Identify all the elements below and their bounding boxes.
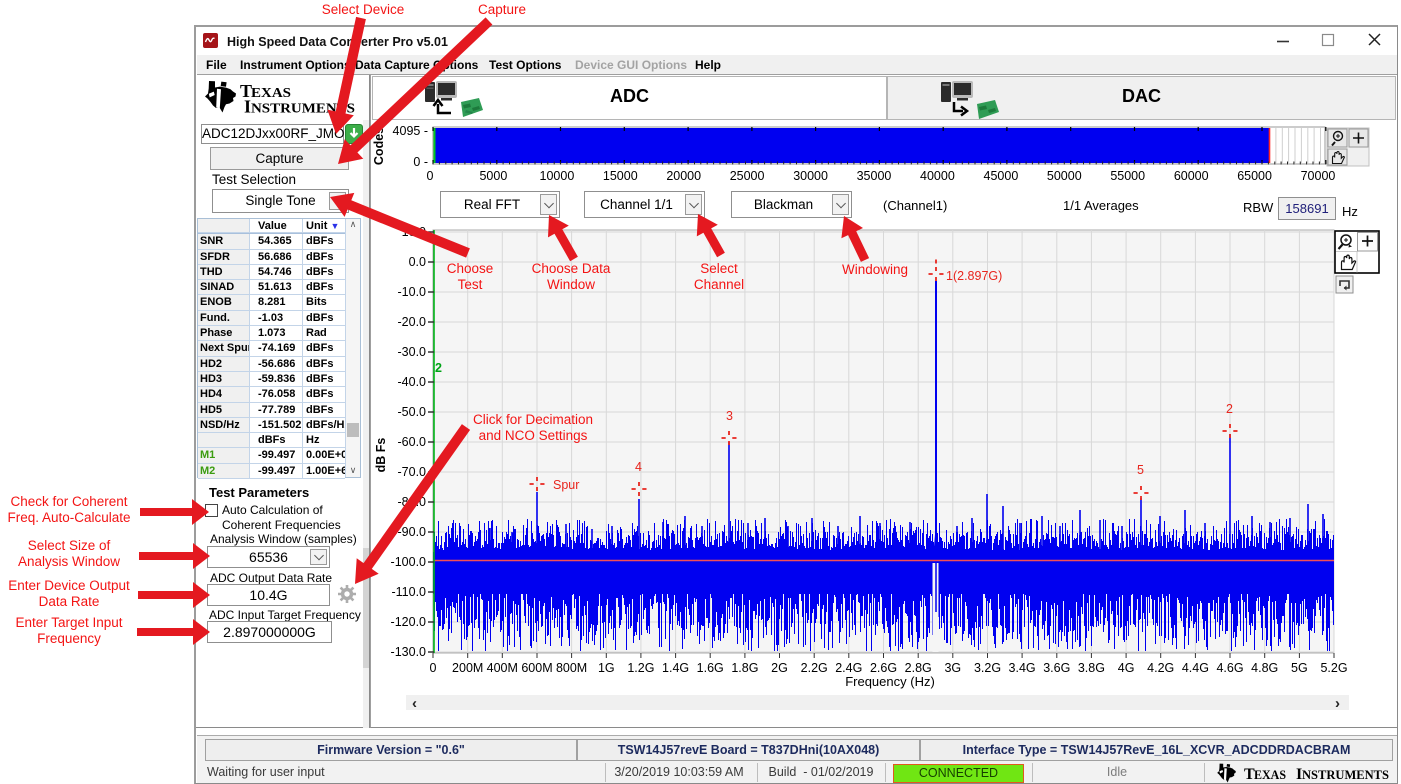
svg-text:5000: 5000 (479, 169, 507, 183)
svg-text:10.0: 10.0 (402, 225, 426, 239)
svg-text:dB Fs: dB Fs (374, 438, 388, 473)
svg-text:Codes: Codes (372, 127, 386, 165)
svg-text:-100.0: -100.0 (391, 555, 426, 569)
svg-text:4095 -: 4095 - (393, 124, 428, 138)
svg-text:NSTRUMENTS: NSTRUMENTS (251, 102, 355, 117)
svg-text:400M: 400M (487, 661, 518, 675)
svg-text:60000: 60000 (1174, 169, 1209, 183)
svg-text:4.8G: 4.8G (1251, 661, 1278, 675)
svg-text:EXAS: EXAS (1254, 768, 1286, 782)
svg-text:10000: 10000 (540, 169, 575, 183)
svg-text:-50.0: -50.0 (398, 405, 427, 419)
svg-text:600M: 600M (521, 661, 552, 675)
svg-text:1(2.897G): 1(2.897G) (946, 269, 1002, 283)
svg-text:70000: 70000 (1301, 169, 1336, 183)
svg-text:NSTRUMENTS: NSTRUMENTS (1302, 768, 1389, 782)
svg-text:-110.0: -110.0 (391, 585, 426, 599)
svg-text:4.2G: 4.2G (1147, 661, 1174, 675)
svg-text:200M: 200M (452, 661, 483, 675)
svg-text:‹: ‹ (412, 695, 417, 712)
svg-text:-90.0: -90.0 (398, 525, 427, 539)
svg-text:3.8G: 3.8G (1078, 661, 1105, 675)
svg-text:1G: 1G (598, 661, 615, 675)
svg-text:45000: 45000 (984, 169, 1019, 183)
svg-text:-20.0: -20.0 (398, 315, 427, 329)
svg-text:2.8G: 2.8G (905, 661, 932, 675)
svg-text:4: 4 (635, 460, 642, 474)
svg-text:-30.0: -30.0 (398, 345, 427, 359)
svg-text:5.2G: 5.2G (1320, 661, 1347, 675)
svg-text:4G: 4G (1118, 661, 1135, 675)
svg-text:40000: 40000 (920, 169, 955, 183)
svg-text:25000: 25000 (730, 169, 765, 183)
svg-text:50000: 50000 (1047, 169, 1082, 183)
svg-text:55000: 55000 (1110, 169, 1145, 183)
svg-text:2: 2 (1226, 402, 1233, 416)
svg-text:800M: 800M (556, 661, 587, 675)
svg-text:1.4G: 1.4G (662, 661, 689, 675)
svg-text:-130.0: -130.0 (391, 645, 426, 659)
svg-text:2G: 2G (771, 661, 788, 675)
svg-text:35000: 35000 (857, 169, 892, 183)
svg-text:4.6G: 4.6G (1216, 661, 1243, 675)
svg-text:-60.0: -60.0 (398, 435, 427, 449)
svg-text:3.2G: 3.2G (974, 661, 1001, 675)
svg-text:3G: 3G (944, 661, 961, 675)
svg-text:-120.0: -120.0 (391, 615, 426, 629)
svg-text:-40.0: -40.0 (398, 375, 427, 389)
svg-text:5G: 5G (1291, 661, 1308, 675)
svg-text:3.4G: 3.4G (1009, 661, 1036, 675)
svg-text:65000: 65000 (1237, 169, 1272, 183)
svg-text:Frequency (Hz): Frequency (Hz) (845, 674, 935, 689)
svg-text:4.4G: 4.4G (1182, 661, 1209, 675)
svg-text:Spur: Spur (553, 478, 579, 492)
svg-text:0 -: 0 - (413, 155, 428, 169)
svg-text:1.2G: 1.2G (627, 661, 654, 675)
svg-text:2: 2 (435, 361, 442, 375)
svg-text:EXAS: EXAS (251, 86, 291, 101)
svg-text:1.8G: 1.8G (731, 661, 758, 675)
svg-text:0: 0 (430, 661, 437, 675)
svg-text:1.6G: 1.6G (697, 661, 724, 675)
svg-text:I: I (244, 97, 251, 117)
svg-text:-80.0: -80.0 (398, 495, 427, 509)
svg-text:20000: 20000 (666, 169, 701, 183)
svg-text:-70.0: -70.0 (398, 465, 427, 479)
svg-text:2.4G: 2.4G (835, 661, 862, 675)
svg-text:3: 3 (726, 409, 733, 423)
svg-text:2.2G: 2.2G (801, 661, 828, 675)
svg-text:2.6G: 2.6G (870, 661, 897, 675)
svg-text:3.6G: 3.6G (1043, 661, 1070, 675)
svg-text:›: › (1335, 695, 1340, 712)
svg-text:30000: 30000 (793, 169, 828, 183)
svg-text:15000: 15000 (603, 169, 638, 183)
svg-text:0: 0 (427, 169, 434, 183)
svg-text:5: 5 (1137, 463, 1144, 477)
